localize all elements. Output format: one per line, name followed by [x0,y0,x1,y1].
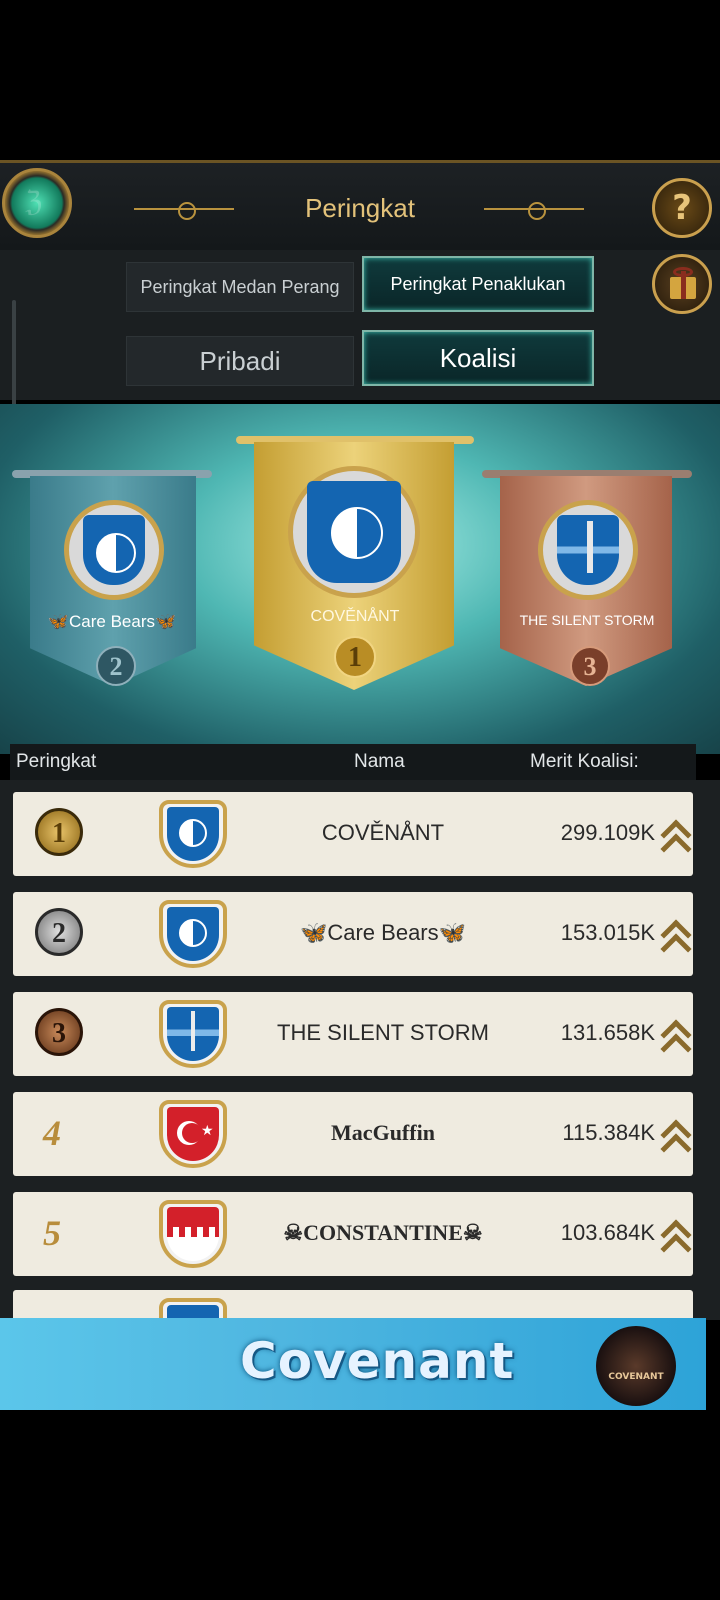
back-rune-icon: ℨ [25,185,43,218]
banner-shield [538,500,638,600]
crescent-inner [182,1123,202,1143]
logo-text: COVENANT [608,1372,664,1382]
bahrain-flag-icon [167,1207,219,1261]
ranking-list[interactable]: 1 COVĚNÅNT 299.109K 2 🦋Care Bears🦋 153.0… [0,780,720,1320]
podium-name: 🦋Care Bears🦋 [47,612,177,631]
podium-banner-rank-3[interactable]: THE SILENT STORM 3 [482,470,692,700]
promo-banner: Covenant COVENANT [0,1318,706,1410]
turkey-flag-icon: ★ [167,1107,219,1161]
bronze-medal-icon: 3 [35,1008,83,1056]
banner-shield [64,500,164,600]
tab-peringkat-medan-perang[interactable]: Peringkat Medan Perang [126,262,354,312]
screen: { "header": { "title": "Peringkat", "bac… [0,0,720,1600]
double-chevron-up-icon [660,1014,693,1065]
coalition-logo: COVENANT [596,1326,676,1406]
promo-title: Covenant [240,1332,515,1390]
coalition-merit: 153.015K [560,920,655,945]
tab-koalisi[interactable]: Koalisi [362,330,594,386]
coalition-merit: 115.384K [562,1120,655,1145]
coalition-name: THE SILENT STORM [277,1020,489,1045]
gift-ribbon [681,271,686,299]
emblem-flag [167,1007,219,1061]
silver-medal-icon: 2 [35,908,83,956]
coalition-emblem [159,900,227,968]
gold-medal-icon: 1 [35,808,83,856]
rank-badge-1: 1 [334,636,376,678]
rank-badge-2: 2 [96,646,136,686]
column-header-name: Nama [354,751,405,772]
table-row[interactable]: 5 ☠CONSTANTINE☠ 103.684K [13,1192,693,1276]
banner-flag [557,515,619,585]
coalition-merit: 299.109K [560,820,655,845]
column-header-rank: Peringkat [16,751,97,772]
banner-flag [83,515,145,585]
coalition-emblem [159,1298,227,1320]
gift-icon[interactable] [652,254,712,314]
rank-number: 5 [43,1213,61,1253]
rank-number: 4 [43,1113,61,1153]
podium-banner-rank-2[interactable]: 🦋Care Bears🦋 2 [12,470,212,700]
tab-pribadi[interactable]: Pribadi [126,336,354,386]
yin-yang-icon [96,533,136,573]
yin-yang-icon [179,919,207,947]
sword-icon [587,521,593,573]
star-icon: ★ [201,1123,214,1139]
podium-name: THE SILENT STORM [519,612,655,628]
table-row[interactable]: 2 🦋Care Bears🦋 153.015K [13,892,693,976]
coalition-emblem [159,1000,227,1068]
coalition-name: MacGuffin [331,1120,435,1145]
emblem-flag [167,907,219,961]
double-chevron-up-icon [660,914,693,965]
coalition-name: ☠CONSTANTINE☠ [283,1220,483,1245]
podium-banner-rank-1[interactable]: COVĚNÅNT 1 [236,436,474,706]
double-chevron-up-icon [660,1114,693,1165]
coalition-merit: 103.684K [560,1220,655,1245]
rank-badge-3: 3 [570,646,610,686]
coalition-name: 🦋Care Bears🦋 [299,920,467,945]
podium-name: COVĚNÅNT [310,608,400,625]
coalition-emblem [159,800,227,868]
table-row[interactable]: 1 COVĚNÅNT 299.109K [13,792,693,876]
yin-yang-icon [331,507,383,559]
tabs-area [0,250,720,400]
double-chevron-up-icon [660,814,693,865]
back-gem-icon[interactable]: ℨ [2,168,72,238]
header-bar: Peringkat [0,160,720,250]
sword-icon [191,1011,195,1051]
double-chevron-up-icon [660,1214,693,1265]
coalition-emblem [159,1200,227,1268]
title-ornament-right [484,202,584,220]
column-header-merit: Merit Koalisi: [530,751,639,772]
serrated-edge [167,1227,219,1237]
emblem-flag [167,807,219,861]
tab-peringkat-penaklukan[interactable]: Peringkat Penaklukan [362,256,594,312]
banner-flag [307,481,401,583]
banner-shield [288,466,420,598]
coalition-emblem: ★ [159,1100,227,1168]
yin-yang-icon [179,819,207,847]
table-header: Peringkat Nama Merit Koalisi: [10,744,696,780]
help-button[interactable]: ? [652,178,712,238]
coalition-name: COVĚNÅNT [321,820,445,845]
page-title: Peringkat [305,193,415,223]
table-row[interactable]: 3 THE SILENT STORM 131.658K [13,992,693,1076]
table-row[interactable]: 4 ★ MacGuffin 115.384K [13,1092,693,1176]
table-row[interactable] [13,1290,693,1320]
coalition-merit: 131.658K [560,1020,655,1045]
scrollbar[interactable] [12,300,16,410]
